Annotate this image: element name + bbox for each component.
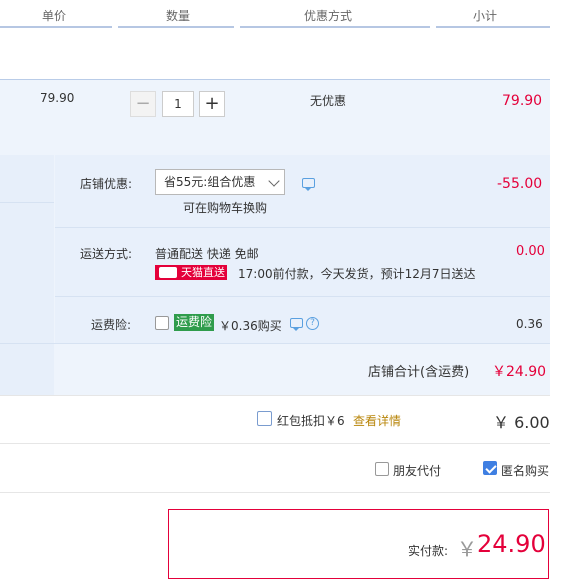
store-discount-hint: 可在购物车换购 [183, 201, 268, 215]
insurance-checkbox[interactable] [155, 316, 169, 330]
divider [0, 343, 550, 344]
shipping-label: 运送方式: [80, 247, 133, 261]
chevron-down-icon [268, 175, 280, 187]
quantity-increase-button[interactable]: + [199, 91, 225, 117]
header-divider [436, 26, 550, 28]
payment-summary-box: 实付款: ￥ 24.90 [168, 509, 549, 579]
divider [0, 202, 54, 203]
insurance-amount: 0.36 [516, 317, 543, 331]
friend-pay-checkbox[interactable] [375, 462, 389, 476]
message-icon[interactable] [302, 178, 315, 191]
item-subtotal: 79.90 [502, 93, 543, 109]
store-total-amount: ￥24.90 [492, 364, 547, 380]
shipping-amount: 0.00 [516, 244, 545, 259]
divider [0, 395, 550, 396]
table-header: 单价 数量 优惠方式 小计 [0, 0, 550, 30]
order-item-row: 79.90 − 1 + 无优惠 79.90 [0, 79, 550, 156]
item-discount: 无优惠 [310, 94, 347, 108]
divider [0, 443, 550, 444]
header-unit-price: 单价 [42, 9, 67, 23]
divider [0, 492, 550, 493]
payment-amount: 24.90 [477, 530, 546, 558]
header-divider [0, 26, 112, 28]
quantity-input[interactable]: 1 [162, 91, 194, 117]
friend-pay-label: 朋友代付 [393, 464, 442, 478]
insurance-badge: 运费险 [174, 314, 215, 331]
help-icon[interactable]: ? [306, 317, 319, 330]
header-quantity: 数量 [166, 9, 191, 23]
red-packet-details-link[interactable]: 查看详情 [353, 412, 401, 429]
store-discount-select[interactable]: 省55元:组合优惠 [155, 169, 285, 195]
store-left-strip [0, 155, 54, 395]
shipping-method: 普通配送 快递 免邮 [155, 247, 259, 261]
payment-currency: ￥ [457, 537, 477, 561]
insurance-price: ￥0.36购买 [219, 319, 282, 333]
store-total-label: 店铺合计(含运费) [368, 365, 470, 380]
red-packet-amount: ￥ 6.00 [493, 413, 550, 432]
anonymous-checkbox[interactable] [483, 461, 497, 475]
header-subtotal: 小计 [473, 9, 498, 23]
item-unit-price: 79.90 [40, 91, 75, 105]
header-discount-method: 优惠方式 [304, 9, 353, 23]
header-divider [240, 26, 430, 28]
store-discount-select-value: 省55元:组合优惠 [164, 175, 256, 189]
shipping-note: 17:00前付款，今天发货，预计12月7日送达 [238, 267, 476, 281]
header-divider [118, 26, 234, 28]
tmall-direct-badge: 天猫直送 [155, 265, 227, 280]
insurance-label: 运费险: [91, 318, 132, 332]
store-discount-label: 店铺优惠: [80, 177, 133, 191]
shipping-section [55, 228, 550, 296]
red-packet-label: 红包抵扣￥6 [277, 414, 345, 428]
payment-label: 实付款: [408, 544, 449, 558]
anonymous-label: 匿名购买 [501, 464, 550, 478]
store-discount-amount: -55.00 [497, 176, 543, 192]
quantity-decrease-button[interactable]: − [130, 91, 156, 117]
message-icon[interactable] [290, 318, 303, 331]
tmall-logo-icon [159, 267, 177, 278]
red-packet-checkbox[interactable] [257, 411, 272, 426]
